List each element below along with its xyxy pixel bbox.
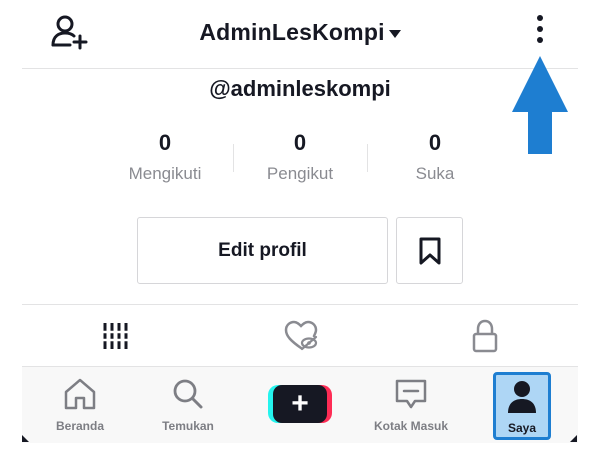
- username: @adminleskompi: [209, 76, 391, 101]
- stat-followers[interactable]: 0 Pengikut: [235, 130, 365, 184]
- grid-icon: [102, 323, 129, 349]
- profile-stats: 0 Mengikuti 0 Pengikut 0 Suka: [100, 130, 500, 190]
- bookmark-icon: [419, 237, 441, 265]
- stat-label: Mengikuti: [128, 164, 202, 183]
- nav-label: Kotak Masuk: [373, 419, 449, 433]
- tab-private[interactable]: [465, 318, 505, 354]
- stat-divider: [367, 144, 368, 172]
- plus-icon: +: [273, 385, 327, 423]
- account-switcher[interactable]: AdminLesKompi: [0, 14, 600, 50]
- stat-value: 0: [158, 130, 172, 155]
- nav-discover[interactable]: Temukan: [152, 367, 224, 443]
- stat-value: 0: [428, 130, 442, 155]
- stat-label: Suka: [415, 164, 455, 183]
- stat-value: 0: [293, 130, 307, 155]
- nav-label: Beranda: [55, 419, 105, 433]
- search-icon: [173, 379, 203, 409]
- nav-profile[interactable]: Saya: [493, 372, 551, 440]
- edit-profile-button[interactable]: Edit profil: [137, 217, 388, 284]
- tab-liked[interactable]: [281, 318, 321, 354]
- tabs-divider: [22, 304, 578, 305]
- bottom-navigation: Beranda Temukan + Kotak Masuk Saya: [22, 367, 578, 443]
- corner-marker: [22, 435, 29, 442]
- create-video-button[interactable]: +: [268, 385, 332, 423]
- stat-divider: [233, 144, 234, 172]
- more-options-button[interactable]: [530, 12, 550, 48]
- header-divider: [22, 68, 578, 69]
- stat-label: Pengikut: [266, 164, 334, 183]
- inbox-icon: [395, 379, 427, 409]
- stat-likes[interactable]: 0 Suka: [370, 130, 500, 184]
- chevron-down-icon: [388, 30, 401, 39]
- profile-icon: [508, 381, 536, 413]
- more-vertical-icon: [537, 15, 543, 43]
- home-icon: [64, 378, 96, 410]
- liked-hidden-icon: [284, 320, 318, 351]
- bookmarks-button[interactable]: [396, 217, 463, 284]
- nav-home[interactable]: Beranda: [44, 367, 116, 443]
- top-bar: AdminLesKompi: [0, 0, 600, 68]
- arrow-up-annotation-icon: [512, 56, 568, 154]
- lock-icon: [472, 319, 498, 353]
- stat-following[interactable]: 0 Mengikuti: [100, 130, 230, 184]
- nav-label: Temukan: [162, 419, 214, 433]
- corner-marker: [570, 435, 577, 442]
- tab-videos[interactable]: [96, 318, 136, 354]
- account-title: AdminLesKompi: [199, 19, 385, 45]
- nav-inbox[interactable]: Kotak Masuk: [366, 367, 456, 443]
- nav-label: Saya: [507, 421, 537, 435]
